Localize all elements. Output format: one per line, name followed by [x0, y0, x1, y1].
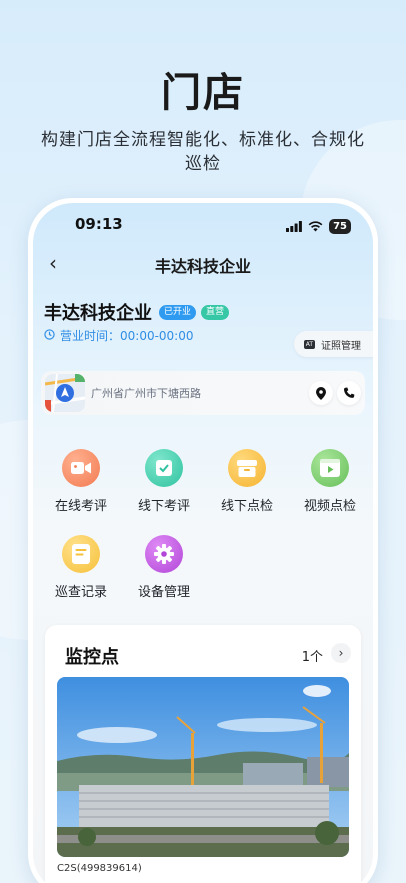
camera-preview[interactable] [57, 677, 349, 857]
business-hours: 营业时间：00:00-00:00 [44, 327, 194, 344]
video-play-icon [311, 449, 349, 487]
function-video-inspection[interactable]: 视频点检 [290, 449, 370, 514]
monitor-title: 监控点 [65, 647, 119, 668]
clock-icon [44, 328, 55, 343]
video-camera-icon [62, 449, 100, 487]
phone-frame: 09:13 75 ‹ 丰达科技企业 丰达科技企业 已开业 直营 营业时间：00:… [28, 198, 378, 883]
gear-icon [145, 535, 183, 573]
nav-title: 丰达科技企业 [154, 257, 251, 276]
business-hours-text: 营业时间：00:00-00:00 [60, 329, 194, 343]
signal-icon [286, 217, 302, 236]
license-icon: AT [303, 339, 315, 349]
status-badge-direct: 直营 [201, 304, 230, 320]
function-label: 线下考评 [137, 499, 190, 514]
function-label: 线下点检 [220, 499, 273, 514]
phone-call-icon[interactable] [337, 381, 361, 405]
chevron-right-icon[interactable]: › [331, 643, 351, 663]
status-time: 09:13 [75, 215, 123, 233]
monitor-card: 监控点 1个 › C2S(499839614) [45, 625, 361, 883]
function-device-management[interactable]: 设备管理 [124, 535, 204, 600]
function-online-review[interactable]: 在线考评 [41, 449, 121, 514]
hero-title: 门店 [161, 70, 245, 116]
battery-indicator: 75 [329, 219, 351, 234]
store-header: 丰达科技企业 已开业 直营 [44, 299, 230, 325]
function-label: 在线考评 [54, 499, 107, 514]
status-badge-open: 已开业 [159, 304, 197, 320]
camera-label: C2S(499839614) [57, 863, 142, 874]
address-text: 广州省广州市下塘西路 [91, 387, 201, 400]
function-offline-inspection[interactable]: 线下点检 [207, 449, 287, 514]
function-offline-review[interactable]: 线下考评 [124, 449, 204, 514]
function-patrol-records[interactable]: 巡查记录 [41, 535, 121, 600]
function-label: 视频点检 [303, 499, 356, 514]
map-thumbnail-icon[interactable] [45, 374, 85, 412]
check-clipboard-icon [145, 449, 183, 487]
cert-management-label: 证照管理 [321, 340, 361, 352]
app-screen: 09:13 75 ‹ 丰达科技企业 丰达科技企业 已开业 直营 营业时间：00:… [33, 203, 373, 883]
location-pin-icon[interactable] [309, 381, 333, 405]
status-bar: 09:13 75 [33, 215, 373, 237]
nav-bar: ‹ 丰达科技企业 [33, 249, 373, 279]
store-name: 丰达科技企业 [44, 303, 152, 324]
function-label: 设备管理 [137, 585, 190, 600]
hero-subtitle: 构建门店全流程智能化、标准化、合规化巡检 [41, 130, 365, 174]
monitor-count[interactable]: 1个 [302, 646, 323, 665]
cert-management-button[interactable]: AT 证照管理 [293, 331, 373, 357]
box-inspect-icon [228, 449, 266, 487]
wifi-icon [308, 217, 323, 236]
document-list-icon [62, 535, 100, 573]
address-bar: 广州省广州市下塘西路 [41, 371, 365, 415]
function-label: 巡查记录 [54, 585, 107, 600]
